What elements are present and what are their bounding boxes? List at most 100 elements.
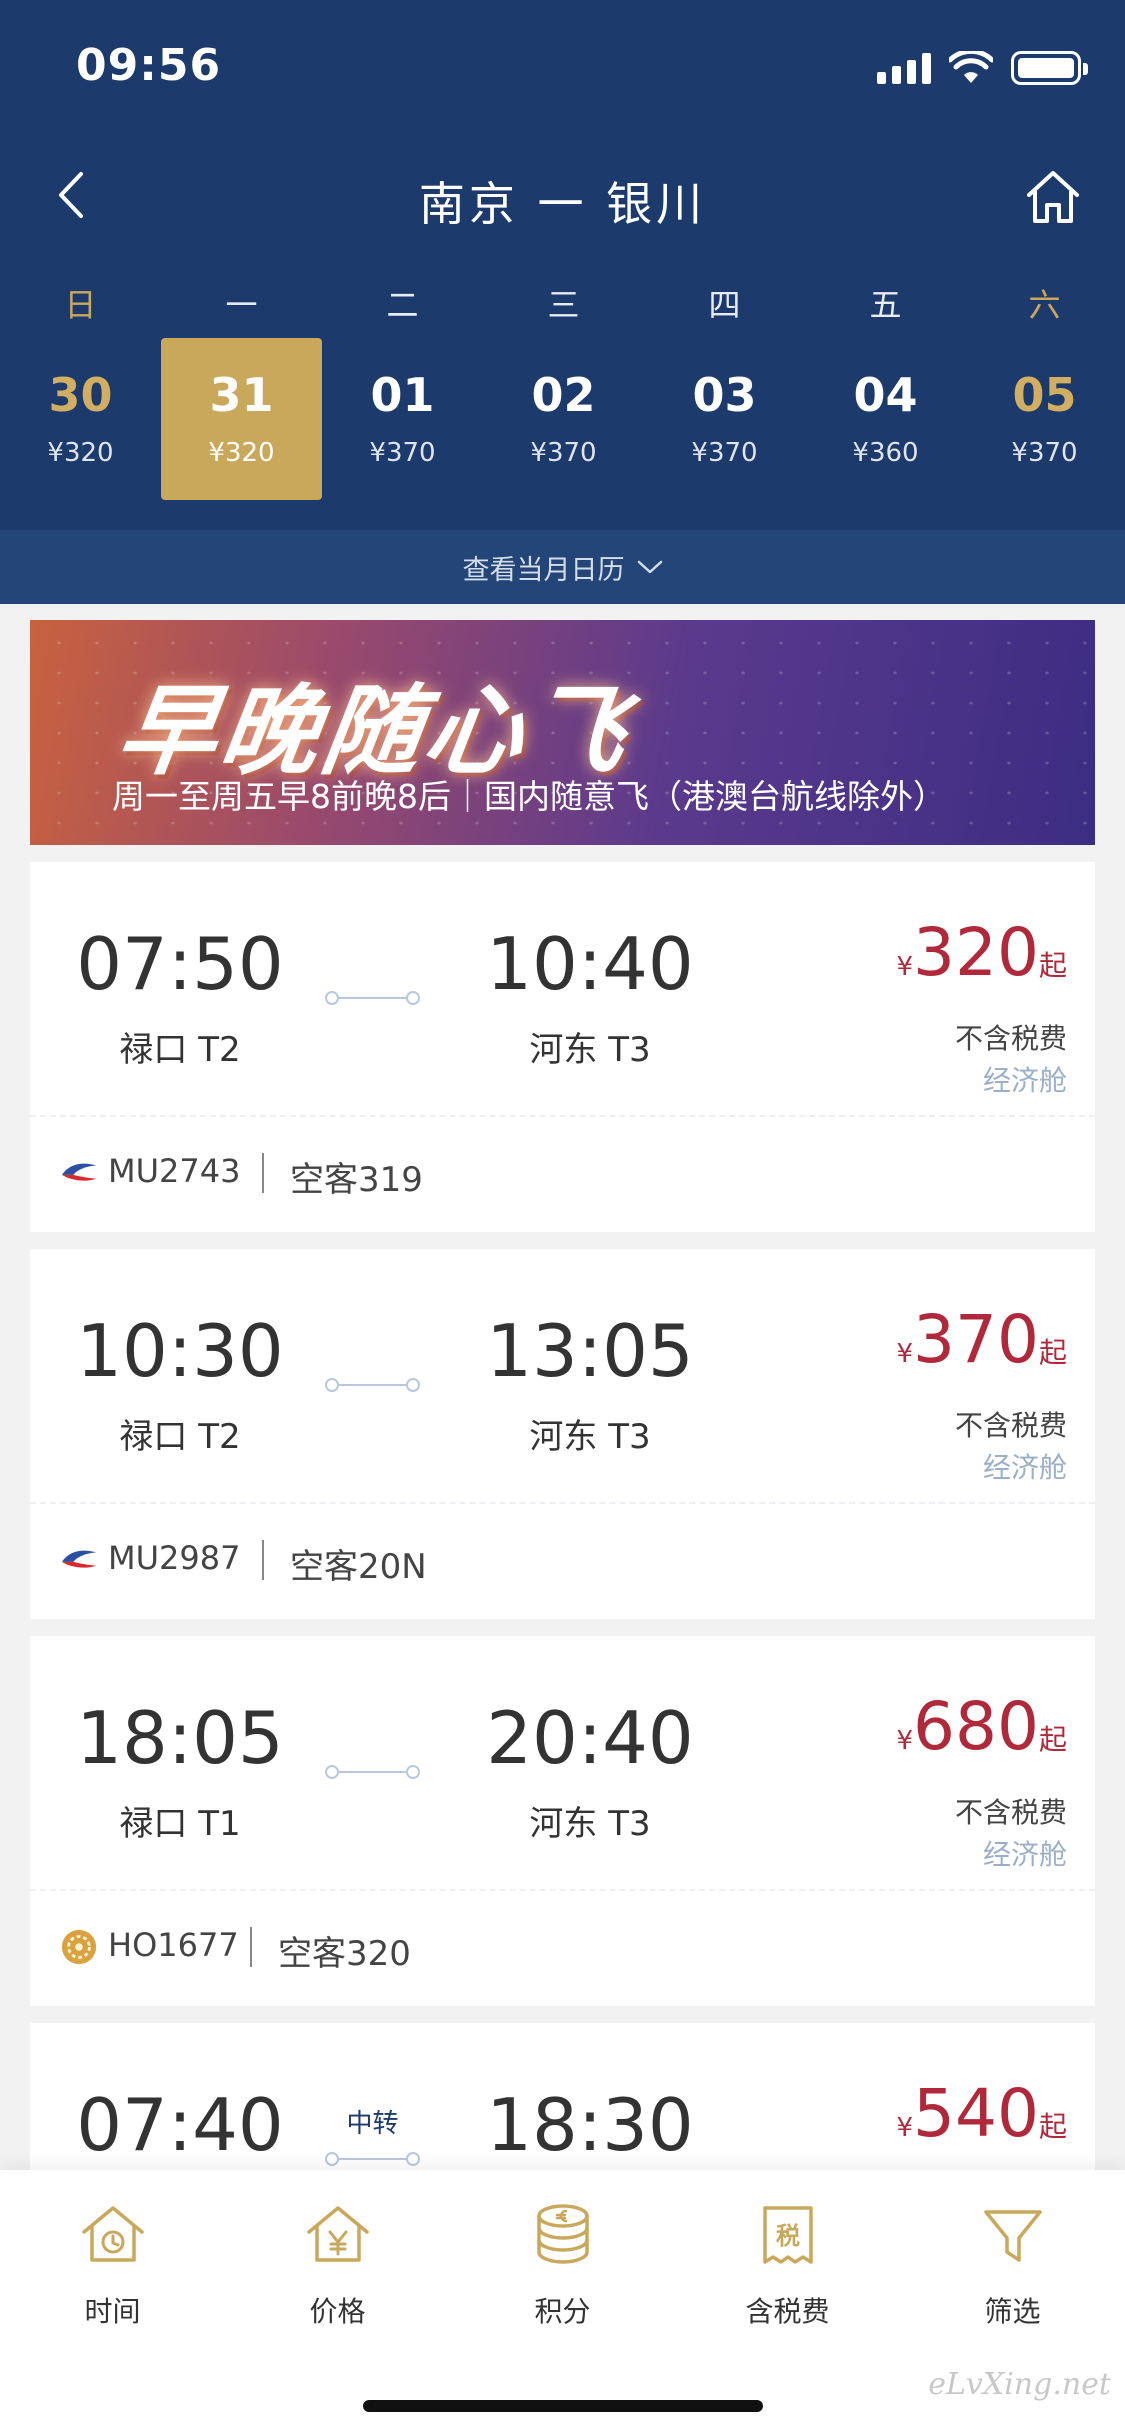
price-suffix: 起 — [1038, 1336, 1067, 1369]
price-amount: 540 — [913, 2075, 1039, 2152]
weekday-label: 四 — [708, 286, 741, 324]
price-amount: 680 — [913, 1688, 1039, 1765]
departure-time: 07:40 — [76, 2083, 284, 2167]
wifi-icon — [949, 51, 993, 83]
weekday-label: 三 — [547, 286, 580, 324]
date-day: 02 — [531, 368, 596, 422]
arrival-time: 20:40 — [486, 1696, 694, 1780]
bottom-filter-bar: 时间 价格 积分 税 含税费 筛选 eLvXing.net — [0, 2170, 1125, 2436]
info-separator — [250, 1927, 252, 1967]
date-price: ¥370 — [530, 438, 597, 468]
date-price: ¥370 — [369, 438, 436, 468]
home-icon — [1027, 171, 1079, 223]
route-connector-icon — [325, 2151, 420, 2167]
aircraft-type: 空客320 — [278, 1934, 411, 1974]
date-cell[interactable]: 01 ¥370 — [322, 338, 483, 500]
tab-filter[interactable]: 筛选 — [900, 2200, 1125, 2330]
date-cell-selected[interactable]: 31 ¥320 — [161, 338, 322, 500]
tab-time-sort[interactable]: 时间 — [0, 2200, 225, 2330]
date-price: ¥320 — [47, 438, 114, 468]
weekday-label: 一 — [225, 286, 258, 324]
chevron-down-icon — [637, 560, 662, 574]
month-calendar-button[interactable]: 查看当月日历 — [0, 530, 1125, 604]
date-cell[interactable]: 02 ¥370 — [483, 338, 644, 500]
route-title: 南京 一 银川 — [418, 177, 707, 231]
flight-card[interactable]: 07:50 禄口 T2 10:40 河东 T3 ¥320起 不含税费 经济舱 M… — [30, 862, 1095, 1232]
tax-note: 不含税费 — [954, 1022, 1067, 1055]
arrival-airport: 河东 T3 — [529, 1030, 651, 1070]
arrival-airport: 河东 T3 — [529, 1417, 651, 1457]
departure-time: 10:30 — [76, 1309, 284, 1393]
flight-number: MU2987 — [108, 1539, 241, 1577]
price-suffix: 起 — [1038, 949, 1067, 982]
date-cell[interactable]: 04 ¥360 — [805, 338, 966, 500]
date-cell[interactable]: 03 ¥370 — [644, 338, 805, 500]
card-divider — [30, 1115, 1095, 1117]
tab-label: 积分 — [534, 2295, 591, 2328]
tab-points[interactable]: 积分 — [450, 2200, 675, 2330]
china-eastern-logo-icon — [61, 1550, 97, 1568]
date-day: 04 — [853, 368, 918, 422]
price-currency: ¥ — [896, 2113, 913, 2143]
banner-subtitle: 周一至周五早8前晚8后｜国内随意飞（港澳台航线除外） — [112, 777, 946, 816]
cabin-class: 经济舱 — [982, 1064, 1067, 1097]
date-cell[interactable]: 05 ¥370 — [964, 338, 1125, 500]
price-amount: 370 — [913, 1301, 1039, 1378]
route-connector-icon — [325, 1377, 420, 1393]
svg-text:税: 税 — [776, 2222, 800, 2250]
status-icons — [877, 48, 1088, 88]
status-time: 09:56 — [76, 40, 222, 91]
departure-time: 18:05 — [76, 1696, 284, 1780]
date-price-strip: 30 ¥320 31 ¥320 01 ¥370 02 ¥370 03 ¥370 … — [0, 338, 1125, 500]
departure-airport: 禄口 T1 — [119, 1804, 241, 1844]
promo-banner[interactable]: 早晚随心飞 周一至周五早8前晚8后｜国内随意飞（港澳台航线除外） — [30, 620, 1095, 845]
yuan-house-icon — [306, 2206, 369, 2262]
home-button[interactable] — [1021, 165, 1085, 229]
tab-label: 价格 — [309, 2295, 366, 2328]
tab-price-sort[interactable]: 价格 — [225, 2200, 450, 2330]
aircraft-type: 空客20N — [290, 1547, 427, 1587]
price: ¥370起 — [896, 1301, 1067, 1378]
date-day: 30 — [48, 368, 113, 422]
cellular-signal-icon — [877, 52, 931, 84]
flight-card[interactable]: 10:30 禄口 T2 13:05 河东 T3 ¥370起 不含税费 经济舱 M… — [30, 1249, 1095, 1619]
china-eastern-logo-icon — [61, 1163, 97, 1181]
watermark: eLvXing.net — [928, 2367, 1111, 2402]
date-price: ¥370 — [691, 438, 758, 468]
transfer-label: 中转 — [346, 2109, 399, 2139]
price-suffix: 起 — [1038, 2110, 1067, 2143]
price-amount: 320 — [913, 914, 1039, 991]
arrival-time: 13:05 — [486, 1309, 694, 1393]
coins-icon — [536, 2204, 589, 2264]
weekday-label: 六 — [1028, 286, 1061, 324]
price-currency: ¥ — [896, 952, 913, 982]
date-cell[interactable]: 30 ¥320 — [0, 338, 161, 500]
route-connector-icon — [325, 1764, 420, 1780]
price: ¥540起 — [896, 2075, 1067, 2152]
juneyao-logo-icon — [61, 1929, 97, 1965]
top-header: 09:56 南京 一 银川 日 一 二 三 四 五 六 30 ¥320 31 ¥… — [0, 0, 1125, 530]
tab-label: 含税费 — [745, 2295, 830, 2328]
arrival-time: 18:30 — [486, 2083, 694, 2167]
clock-house-icon — [81, 2206, 144, 2262]
route-connector-icon — [325, 990, 420, 1006]
flight-card[interactable]: 18:05 禄口 T1 20:40 河东 T3 ¥680起 不含税费 经济舱 H… — [30, 1636, 1095, 2006]
tax-receipt-icon: 税 — [762, 2206, 813, 2264]
card-divider — [30, 1502, 1095, 1504]
weekday-label: 二 — [386, 286, 419, 324]
price: ¥680起 — [896, 1688, 1067, 1765]
home-indicator[interactable] — [363, 2400, 763, 2412]
arrival-airport: 河东 T3 — [529, 1804, 651, 1844]
info-separator — [262, 1540, 264, 1580]
tab-tax-included[interactable]: 税 含税费 — [675, 2200, 900, 2330]
date-price: ¥360 — [852, 438, 919, 468]
date-day: 01 — [370, 368, 435, 422]
tab-label: 时间 — [84, 2295, 141, 2328]
flight-number: MU2743 — [108, 1152, 241, 1190]
date-price: ¥370 — [1011, 438, 1078, 468]
departure-airport: 禄口 T2 — [119, 1417, 241, 1457]
tax-note: 不含税费 — [954, 1409, 1067, 1442]
cabin-class: 经济舱 — [982, 1838, 1067, 1871]
battery-icon — [1011, 51, 1088, 85]
flight-number: HO1677 — [108, 1926, 239, 1964]
